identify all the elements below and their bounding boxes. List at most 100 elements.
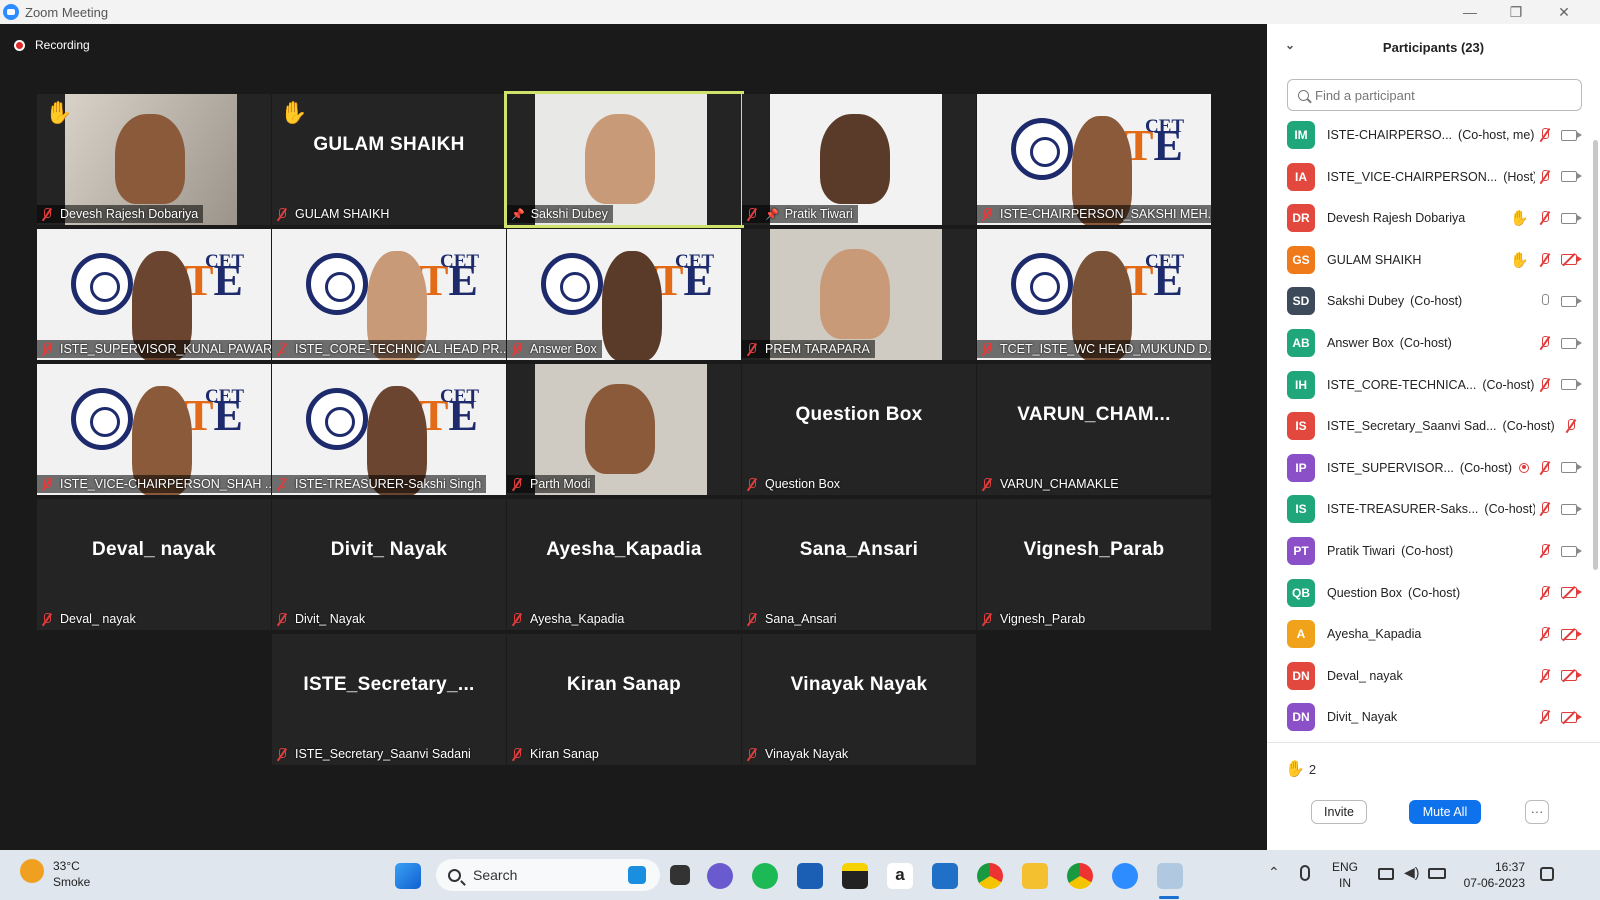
mic-muted-icon[interactable] [1539, 460, 1551, 475]
participant-row[interactable]: GS GULAM SHAIKH ✋ [1287, 239, 1582, 281]
video-tile[interactable]: 📌 Pratik Tiwari [742, 94, 976, 225]
recording-indicator[interactable]: Recording [14, 38, 90, 52]
video-tile[interactable]: GULAM SHAIKH ✋ GULAM SHAIKH [272, 94, 506, 225]
chevron-up-icon[interactable]: ⌃ [1268, 864, 1280, 881]
video-tile[interactable]: Vinayak Nayak Vinayak Nayak [742, 634, 976, 765]
participant-row[interactable]: IH ISTE_CORE-TECHNICA... (Co-host) [1287, 364, 1582, 406]
amazon-icon[interactable]: a [887, 863, 913, 889]
participant-row[interactable]: IP ISTE_SUPERVISOR... (Co-host) [1287, 447, 1582, 489]
microphone-icon[interactable] [1300, 865, 1310, 881]
video-tile[interactable]: sTECETISTE_CORE-TECHNICAL HEAD PR... [272, 229, 506, 360]
chrome-icon[interactable] [977, 863, 1003, 889]
video-tile[interactable]: Deval_ nayak Deval_ nayak [37, 499, 271, 630]
mic-muted-icon[interactable] [1539, 710, 1551, 724]
video-icon[interactable] [1561, 212, 1582, 224]
mic-icon[interactable] [1539, 294, 1551, 308]
video-tile[interactable]: Divit_ Nayak Divit_ Nayak [272, 499, 506, 630]
video-off-icon[interactable] [1561, 587, 1582, 599]
video-tile[interactable]: Vignesh_Parab Vignesh_Parab [977, 499, 1211, 630]
video-icon[interactable] [1561, 295, 1582, 307]
video-tile[interactable]: Question Box Question Box [742, 364, 976, 495]
invite-button[interactable]: Invite [1311, 800, 1367, 824]
video-tile[interactable]: 📌 Sakshi Dubey [504, 91, 744, 228]
mic-muted-icon[interactable] [1539, 377, 1551, 392]
spotify-icon[interactable] [752, 863, 778, 889]
mic-muted-icon[interactable] [1539, 544, 1551, 558]
more-options-button[interactable]: ··· [1525, 800, 1549, 824]
video-tile[interactable]: Parth Modi [507, 364, 741, 495]
participant-row[interactable]: IS ISTE_Secretary_Saanvi Sad... (Co-host) [1287, 405, 1577, 447]
participant-row[interactable]: DN Divit_ Nayak [1287, 696, 1582, 738]
chevron-down-icon[interactable]: ⌄ [1285, 38, 1295, 52]
sticky-notes-icon[interactable] [842, 863, 868, 889]
mic-muted-icon[interactable] [1565, 419, 1577, 433]
video-tile[interactable]: Ayesha_Kapadia Ayesha_Kapadia [507, 499, 741, 630]
video-tile[interactable]: sTECETISTE-CHAIRPERSON_SAKSHI MEH... [977, 94, 1211, 225]
video-tile[interactable]: sTECETAnswer Box [507, 229, 741, 360]
restore-button[interactable]: ❐ [1493, 0, 1539, 24]
participant-list-scrollbar[interactable] [1593, 140, 1598, 570]
remote-desktop-icon[interactable] [932, 863, 958, 889]
participant-search-input[interactable]: Find a participant [1287, 79, 1582, 111]
chrome-profile-icon[interactable] [1067, 863, 1093, 889]
video-tile[interactable]: ISTE_Secretary_... ISTE_Secretary_Saanvi … [272, 634, 506, 765]
video-tile[interactable]: PREM TARAPARA [742, 229, 976, 360]
mic-muted-icon[interactable] [1539, 211, 1551, 225]
video-off-icon[interactable] [1561, 711, 1582, 723]
clock[interactable]: 16:37 07-06-2023 [1460, 859, 1525, 891]
video-icon[interactable] [1561, 337, 1582, 349]
minimize-button[interactable]: — [1447, 0, 1493, 24]
mic-muted-icon[interactable] [1539, 128, 1551, 142]
video-icon[interactable] [1561, 462, 1582, 474]
mic-muted-icon[interactable] [1539, 627, 1551, 641]
participant-row[interactable]: IM ISTE-CHAIRPERSO... (Co-host, me) [1287, 114, 1582, 156]
store-icon[interactable] [797, 863, 823, 889]
video-tile[interactable]: sTECETTCET_ISTE_WC HEAD_MUKUND D... [977, 229, 1211, 360]
close-button[interactable]: ✕ [1541, 0, 1587, 24]
video-off-icon[interactable] [1561, 628, 1582, 640]
chat-icon[interactable] [707, 863, 733, 889]
notification-bell-icon[interactable] [1540, 867, 1554, 881]
weather-widget[interactable]: 33°C Smoke [53, 858, 90, 890]
task-view-icon[interactable] [670, 865, 690, 885]
file-explorer-icon[interactable] [1022, 863, 1048, 889]
video-icon[interactable] [1561, 129, 1582, 141]
mic-muted-icon[interactable] [1539, 668, 1551, 683]
mic-muted-icon[interactable] [1539, 502, 1551, 516]
network-icon[interactable] [1378, 868, 1394, 880]
mic-muted-icon[interactable] [1539, 169, 1551, 184]
snipping-tool-icon[interactable] [1157, 863, 1183, 889]
volume-icon[interactable]: ◀) [1404, 864, 1419, 881]
video-icon[interactable] [1561, 503, 1582, 515]
video-tile[interactable]: sTECETISTE_SUPERVISOR_KUNAL PAWAR [37, 229, 271, 360]
participant-row[interactable]: DN Deval_ nayak [1287, 655, 1582, 697]
zoom-icon[interactable] [1112, 863, 1138, 889]
participant-row[interactable]: IA ISTE_VICE-CHAIRPERSON... (Host) [1287, 156, 1582, 198]
mic-muted-icon[interactable] [1539, 585, 1551, 600]
video-tile[interactable]: sTECETISTE-TREASURER-Sakshi Singh [272, 364, 506, 495]
participant-row[interactable]: IS ISTE-TREASURER-Saks... (Co-host) [1287, 488, 1582, 530]
windows-start-icon[interactable] [395, 863, 421, 889]
video-off-icon[interactable] [1561, 670, 1582, 682]
mic-muted-icon[interactable] [1539, 252, 1551, 267]
video-tile[interactable]: sTECETISTE_VICE-CHAIRPERSON_SHAH ... [37, 364, 271, 495]
participant-row[interactable]: QB Question Box (Co-host) [1287, 572, 1582, 614]
battery-icon[interactable] [1428, 868, 1446, 879]
video-tile[interactable]: VARUN_CHAM... VARUN_CHAMAKLE [977, 364, 1211, 495]
language-indicator[interactable]: ENG IN [1332, 859, 1358, 891]
video-icon[interactable] [1561, 171, 1582, 183]
participant-row[interactable]: AB Answer Box (Co-host) [1287, 322, 1582, 364]
participant-row[interactable]: SD Sakshi Dubey (Co-host) [1287, 280, 1582, 322]
video-tile[interactable]: Kiran Sanap Kiran Sanap [507, 634, 741, 765]
participant-row[interactable]: PT Pratik Tiwari (Co-host) [1287, 530, 1582, 572]
video-tile[interactable]: Sana_Ansari Sana_Ansari [742, 499, 976, 630]
taskbar-search[interactable]: Search [436, 859, 660, 891]
video-tile[interactable]: ✋ Devesh Rajesh Dobariya [37, 94, 271, 225]
participant-row[interactable]: DR Devesh Rajesh Dobariya ✋ [1287, 197, 1582, 239]
mute-all-button[interactable]: Mute All [1409, 800, 1481, 824]
video-off-icon[interactable] [1561, 254, 1582, 266]
video-icon[interactable] [1561, 545, 1582, 557]
video-icon[interactable] [1561, 379, 1582, 391]
mic-muted-icon[interactable] [1539, 336, 1551, 350]
participant-row[interactable]: A Ayesha_Kapadia [1287, 613, 1582, 655]
